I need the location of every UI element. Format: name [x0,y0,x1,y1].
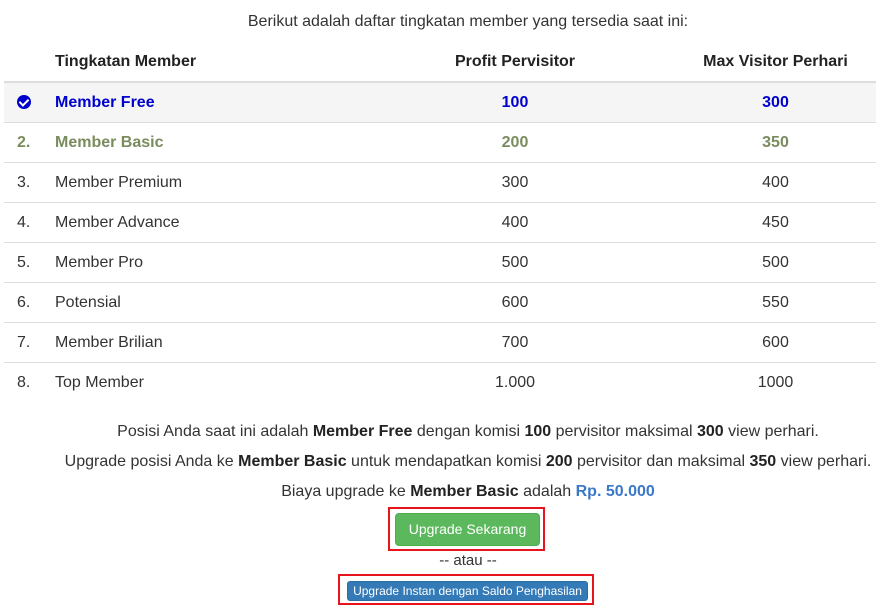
row-number: 7. [4,322,55,363]
row-max: 600 [675,322,876,363]
row-number: 5. [4,242,55,283]
intro-text: Berikut adalah daftar tingkatan member y… [247,13,689,30]
next-profit: 200 [545,453,573,470]
table-row: 4. Member Advance 400 450 [4,202,876,243]
row-profit: 600 [355,282,675,323]
current-position-text: Posisi Anda saat ini adalah Member Free … [117,423,819,440]
upgrade-price: Rp. 50.000 [575,483,655,500]
row-number: 8. [4,362,55,402]
row-name: Member Brilian [55,322,355,363]
current-level: Member Free [312,423,413,440]
row-max: 400 [675,162,876,203]
header-level: Tingkatan Member [55,43,355,83]
row-max: 300 [675,81,876,123]
member-levels-table: Tingkatan Member Profit Pervisitor Max V… [4,43,876,402]
table-row: 6. Potensial 600 550 [4,282,876,323]
row-profit: 300 [355,162,675,203]
header-profit: Profit Pervisitor [355,43,675,83]
table-row: 3. Member Premium 300 400 [4,162,876,203]
next-max: 350 [749,453,777,470]
upgrade-now-button[interactable]: Upgrade Sekarang [395,513,540,546]
upgrade-offer-text: Upgrade posisi Anda ke Member Basic untu… [64,453,872,470]
row-name: Member Pro [55,242,355,283]
row-profit: 1.000 [355,362,675,402]
row-max: 450 [675,202,876,243]
upgrade-cost-text: Biaya upgrade ke Member Basic adalah Rp.… [281,483,655,500]
row-number: 6. [4,282,55,323]
row-name: Member Free [55,81,355,123]
row-name: Potensial [55,282,355,323]
row-profit: 200 [355,122,675,163]
cost-level: Member Basic [410,483,519,500]
row-name: Member Advance [55,202,355,243]
table-row: 5. Member Pro 500 500 [4,242,876,283]
table-header-row: Tingkatan Member Profit Pervisitor Max V… [4,43,876,83]
row-max: 1000 [675,362,876,402]
current-profit: 100 [524,423,552,440]
header-max-visitor: Max Visitor Perhari [675,43,876,83]
row-max: 350 [675,122,876,163]
table-row: 2. Member Basic 200 350 [4,122,876,163]
check-circle-icon [17,94,31,109]
table-row: 8. Top Member 1.000 1000 [4,362,876,402]
current-max: 300 [697,423,724,440]
row-profit: 500 [355,242,675,283]
table-row: 7. Member Brilian 700 600 [4,322,876,363]
row-name: Top Member [55,362,355,402]
next-level: Member Basic [238,453,347,470]
instant-upgrade-button[interactable]: Upgrade Instan dengan Saldo Penghasilan [347,581,588,601]
row-max: 550 [675,282,876,323]
table-row: Member Free 100 300 [4,81,876,123]
row-name: Member Basic [55,122,355,163]
row-number: 2. [4,122,55,163]
row-profit: 700 [355,322,675,363]
row-profit: 400 [355,202,675,243]
row-name: Member Premium [55,162,355,203]
row-max: 500 [675,242,876,283]
or-separator: -- atau -- [439,552,497,569]
row-profit: 100 [355,81,675,123]
row-number: 3. [4,162,55,203]
row-number: 4. [4,202,55,243]
